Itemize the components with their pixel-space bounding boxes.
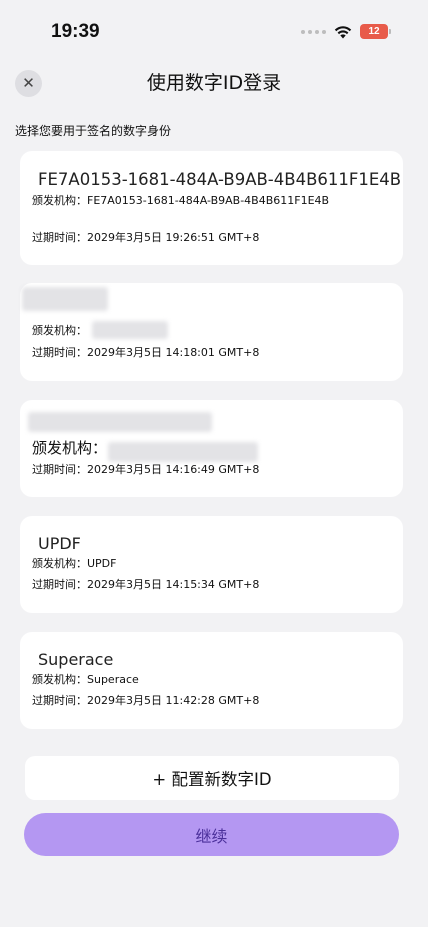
digital-id-name: Superace [38,650,114,669]
digital-id-issuer: 颁发机构：UPDF [32,557,117,570]
digital-id-issuer: 颁发机构：FE7A0153-1681-484A-B9AB-4B4B611F1E4… [32,194,330,207]
redacted-name [28,412,212,432]
status-icons: 12 [301,24,391,39]
continue-button[interactable]: 继续 [24,813,399,856]
digital-id-card[interactable]: 颁发机构： 过期时间：2029年3月5日 14:16:49 GMT+8 [20,400,403,497]
section-subtitle: 选择您要用于签名的数字身份 [15,124,172,138]
redacted-issuer [108,442,258,462]
digital-id-expiry: 过期时间：2029年3月5日 19:26:51 GMT+8 [32,231,260,244]
digital-id-issuer: 颁发机构： [32,324,87,337]
digital-id-card[interactable]: UPDF 颁发机构：UPDF 过期时间：2029年3月5日 14:15:34 G… [20,516,403,613]
status-bar: 19:39 12 [0,0,428,60]
digital-id-issuer: 颁发机构：Superace [32,673,139,686]
page-title: 使用数字ID登录 [146,72,282,94]
digital-id-expiry: 过期时间：2029年3月5日 14:18:01 GMT+8 [32,346,260,359]
digital-id-expiry: 过期时间：2029年3月5日 14:15:34 GMT+8 [32,578,260,591]
digital-id-expiry: 过期时间：2029年3月5日 14:16:49 GMT+8 [32,463,260,476]
add-digital-id-button[interactable]: + 配置新数字ID [25,756,399,800]
redacted-name [22,287,108,311]
cellular-signal-icon [301,29,326,34]
digital-id-issuer: 颁发机构： [32,439,108,457]
digital-id-expiry: 过期时间：2029年3月5日 11:42:28 GMT+8 [32,694,260,707]
battery-icon: 12 [360,24,391,39]
digital-id-name: FE7A0153-1681-484A-B9AB-4B4B611F1E4B [38,170,402,189]
status-time: 19:39 [51,21,100,42]
digital-id-card[interactable]: Superace 颁发机构：Superace 过期时间：2029年3月5日 11… [20,632,403,729]
redacted-issuer [92,321,168,339]
digital-id-card[interactable]: 颁发机构： 过期时间：2029年3月5日 14:18:01 GMT+8 [20,283,403,381]
digital-id-name: UPDF [38,534,81,553]
digital-id-card[interactable]: FE7A0153-1681-484A-B9AB-4B4B611F1E4B 颁发机… [20,151,403,265]
wifi-icon [334,25,352,38]
